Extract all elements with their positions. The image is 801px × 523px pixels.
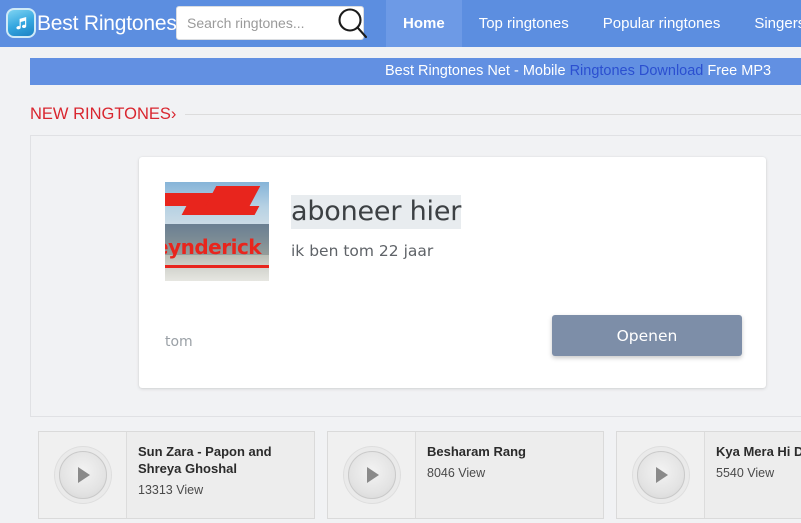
page-title[interactable]: NEW RINGTONES› <box>30 103 186 125</box>
search-box[interactable] <box>176 6 368 40</box>
channel-thumbnail: eynderick <box>165 182 269 281</box>
thumbnail-red-rule <box>165 265 269 269</box>
nav-item-singers[interactable]: Singers <box>737 0 801 47</box>
dialog-text-block: aboneer hier ik ben tom 22 jaar <box>291 182 461 261</box>
ringtone-card[interactable]: Sun Zara - Papon and Shreya Ghoshal 1331… <box>38 431 315 519</box>
ringtone-info: Kya Mera Hi Dil Bhatt 5540 View <box>705 432 801 518</box>
ringtone-title: Sun Zara - Papon and Shreya Ghoshal <box>138 444 272 476</box>
ringtone-info: Sun Zara - Papon and Shreya Ghoshal 1331… <box>127 432 314 518</box>
brand-name: Best Ringtones <box>37 11 177 35</box>
tagline-part-2: Free MP3 <box>703 63 772 79</box>
play-button-area[interactable] <box>617 432 705 518</box>
dialog-title: aboneer hier <box>291 195 462 229</box>
thumbnail-wordmark: eynderick <box>165 235 262 260</box>
dialog-owner-name: tom <box>165 334 193 350</box>
ringtone-views: 5540 View <box>716 466 775 480</box>
thumbnail-red-stripe-3 <box>181 205 259 215</box>
ringtone-title: Kya Mera Hi Dil Bhatt <box>716 444 801 459</box>
ringtone-card[interactable]: Besharam Rang 8046 View <box>327 431 604 519</box>
ringtone-views: 8046 View <box>427 466 486 480</box>
site-tagline-bar: Best Ringtones Net - Mobile Ringtones Do… <box>30 58 801 85</box>
ringtone-views: 13313 View <box>138 483 204 497</box>
tagline-highlight: Ringtones Download <box>569 63 704 79</box>
main-navigation: Home Top ringtones Popular ringtones Sin… <box>386 0 801 47</box>
open-button[interactable]: Openen <box>552 315 742 356</box>
subscribe-dialog: eynderick aboneer hier ik ben tom 22 jaa… <box>139 157 766 388</box>
brand-logo[interactable]: Best Ringtones <box>6 6 177 40</box>
search-input[interactable] <box>176 6 364 40</box>
play-icon[interactable] <box>347 451 396 499</box>
music-note-icon <box>6 8 36 38</box>
ringtone-card-list: Sun Zara - Papon and Shreya Ghoshal 1331… <box>38 431 801 523</box>
tagline-part-1: Best Ringtones Net - Mobile <box>385 63 570 79</box>
play-button-area[interactable] <box>39 432 127 518</box>
ringtone-card[interactable]: Kya Mera Hi Dil Bhatt 5540 View <box>616 431 801 519</box>
dialog-footer: tom Openen <box>139 309 766 388</box>
site-header: Best Ringtones Home Top ringtones Popula… <box>0 0 801 47</box>
nav-item-home[interactable]: Home <box>386 0 462 47</box>
section-header: NEW RINGTONES› <box>30 103 801 125</box>
play-icon[interactable] <box>636 451 685 499</box>
nav-item-top-ringtones[interactable]: Top ringtones <box>462 0 586 47</box>
dialog-body: eynderick aboneer hier ik ben tom 22 jaa… <box>165 182 461 281</box>
ringtone-info: Besharam Rang 8046 View <box>416 432 535 518</box>
nav-item-popular-ringtones[interactable]: Popular ringtones <box>586 0 738 47</box>
ringtone-title: Besharam Rang <box>427 444 526 459</box>
dialog-subtitle: ik ben tom 22 jaar <box>291 242 434 260</box>
play-button-area[interactable] <box>328 432 416 518</box>
play-icon[interactable] <box>58 451 107 499</box>
